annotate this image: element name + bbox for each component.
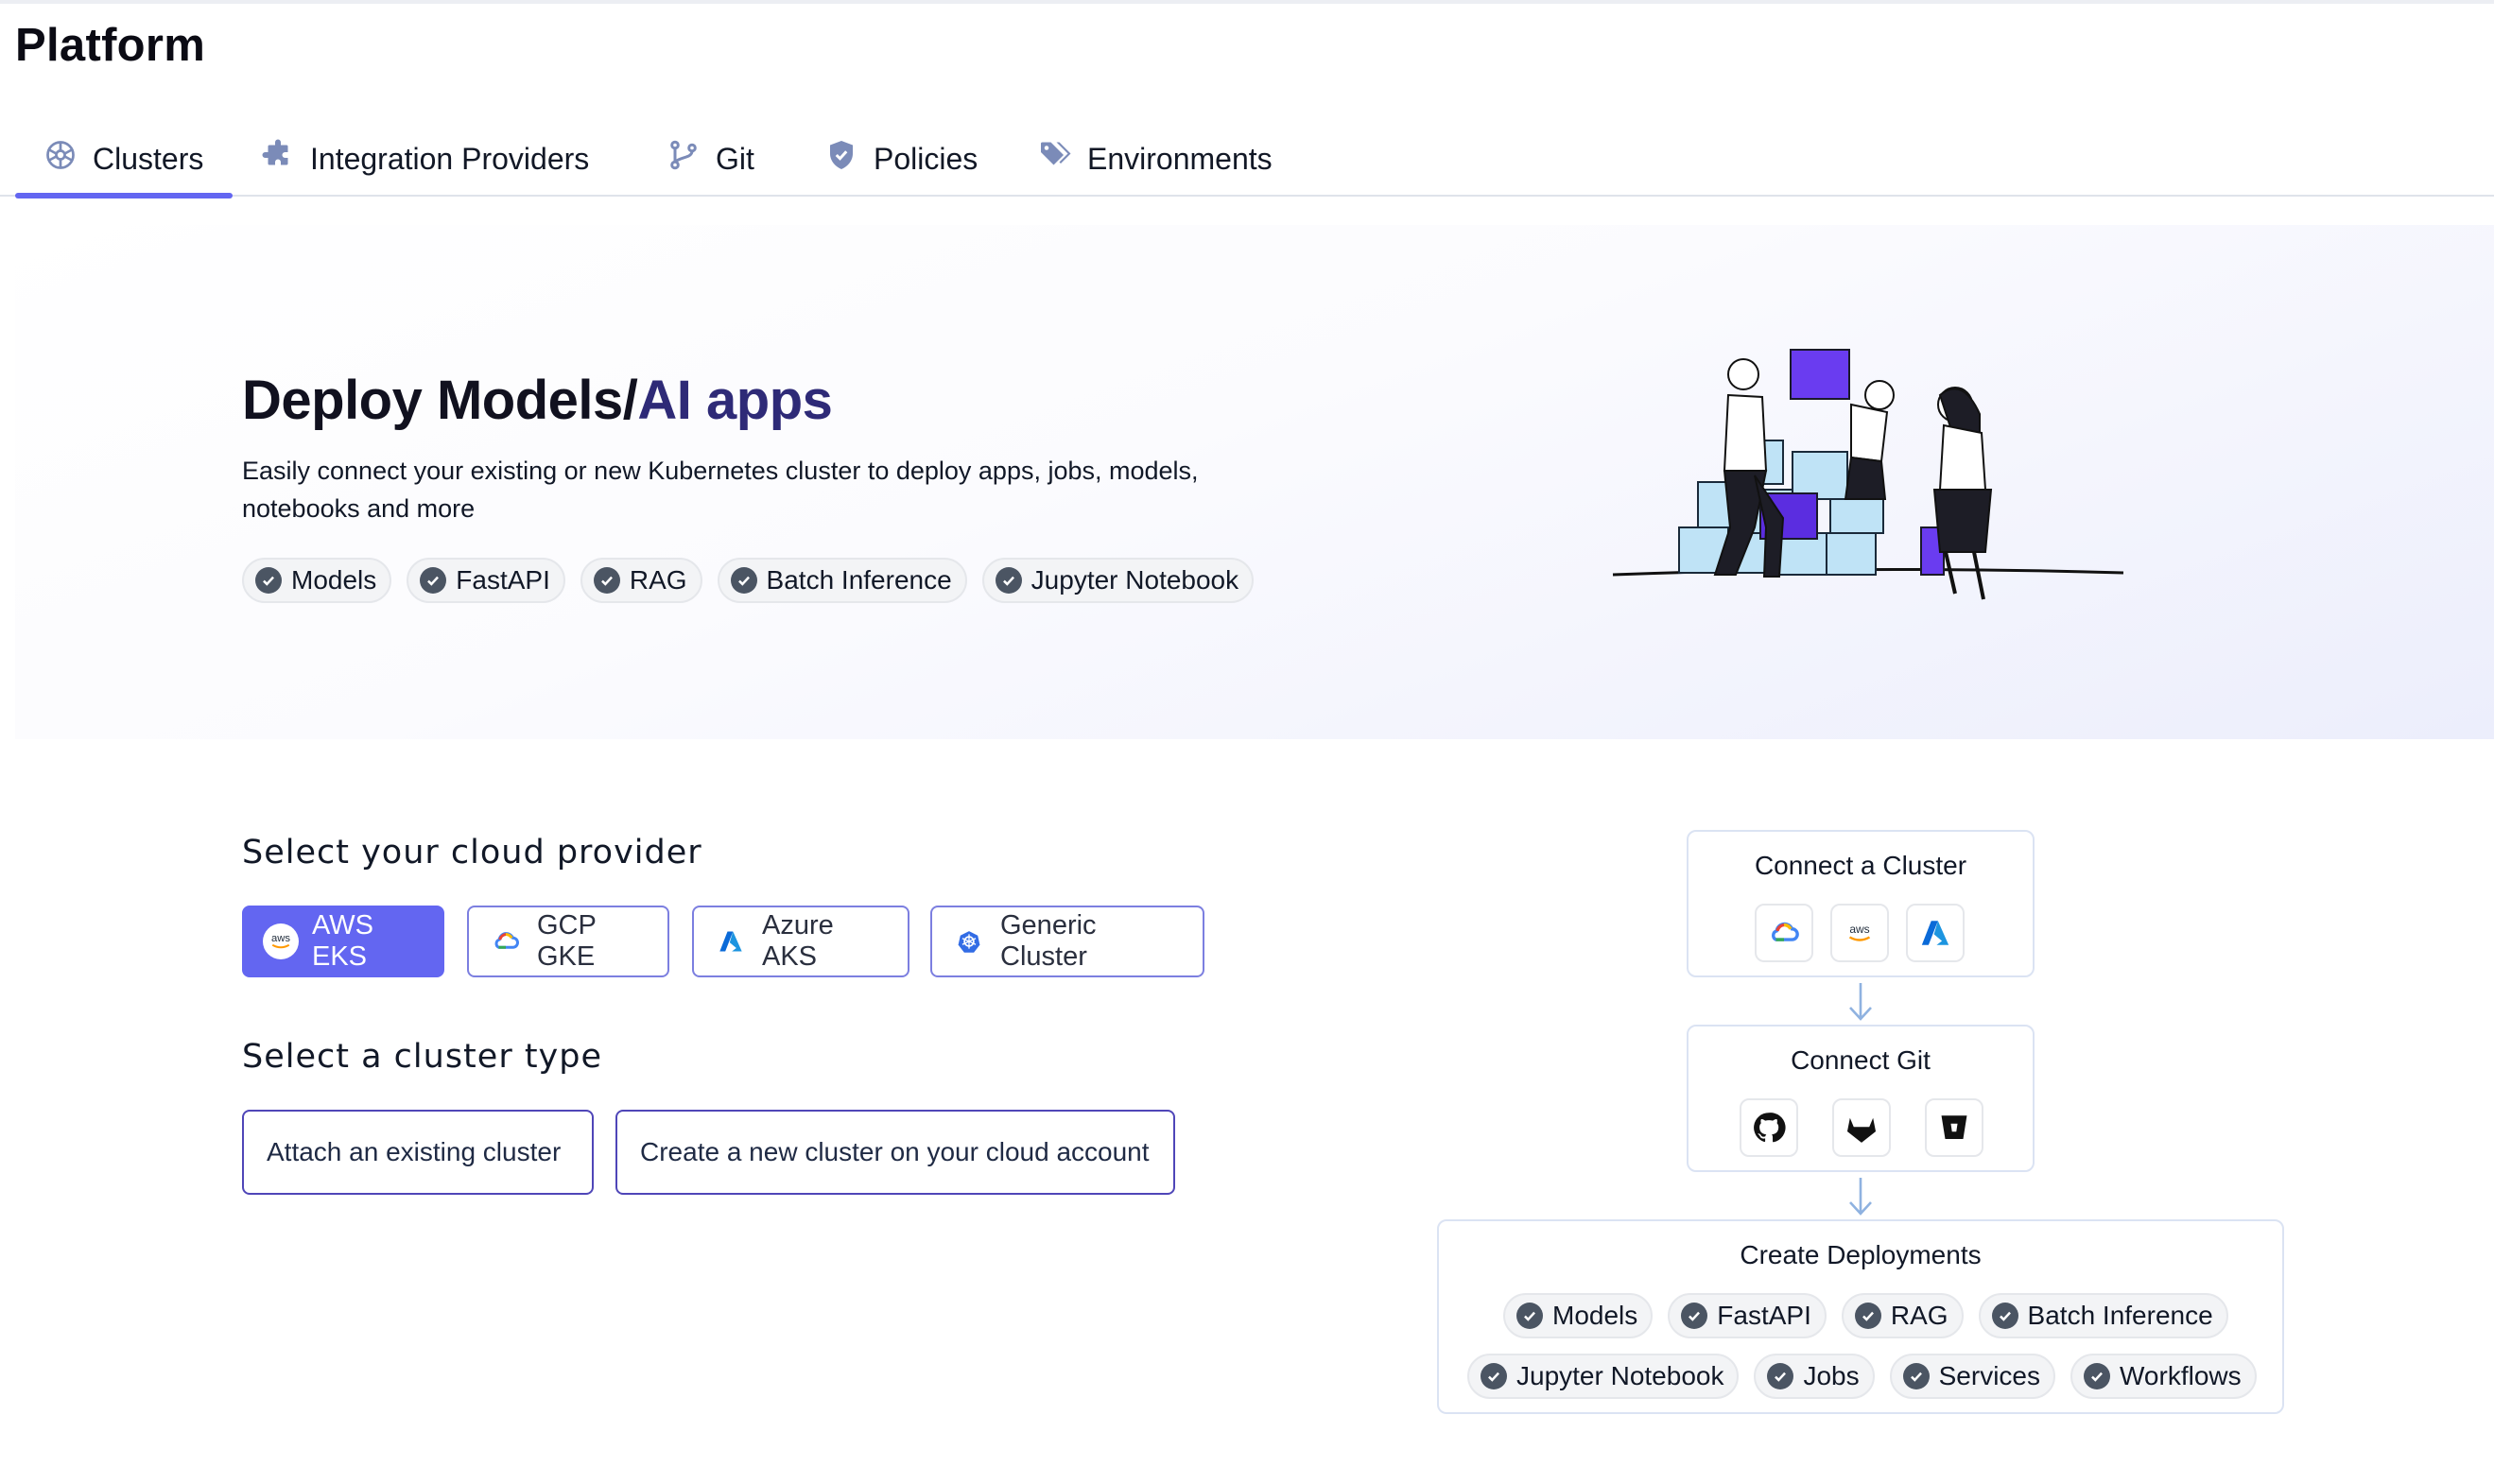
azure-icon[interactable] xyxy=(1906,904,1965,962)
check-icon xyxy=(1767,1363,1794,1389)
create-new-cluster-button[interactable]: Create a new cluster on your cloud accou… xyxy=(615,1110,1175,1195)
hero-banner: Deploy Models/AI apps Easily connect you… xyxy=(15,225,2494,739)
chip-rag: RAG xyxy=(1841,1293,1964,1338)
check-icon xyxy=(255,567,282,594)
chip-label: Workflows xyxy=(2120,1361,2242,1390)
chip-services: Services xyxy=(1889,1354,2055,1399)
aws-icon[interactable]: aws xyxy=(1830,904,1889,962)
svg-text:aws: aws xyxy=(1849,923,1869,936)
deployments-chip-row-1: Models FastAPI RAG Batch Inference xyxy=(1503,1293,2228,1338)
chip-label: FastAPI xyxy=(1717,1301,1811,1330)
chip-models: Models xyxy=(242,558,392,603)
connect-cluster-title: Connect a Cluster xyxy=(1754,851,1967,880)
check-icon xyxy=(420,567,447,594)
chip-label: Models xyxy=(291,565,377,595)
tab-label: Environments xyxy=(1087,141,1273,176)
page-title: Platform xyxy=(15,20,206,71)
chip-label: RAG xyxy=(1890,1301,1948,1330)
provider-aws-eks-button[interactable]: aws AWS EKS xyxy=(242,906,444,977)
provider-azure-aks-button[interactable]: Azure AKS xyxy=(692,906,909,977)
chip-fastapi: FastAPI xyxy=(1668,1293,1827,1338)
chip-label: FastAPI xyxy=(456,565,550,595)
hero-title-main: Deploy Models/ xyxy=(242,370,638,431)
chip-models: Models xyxy=(1503,1293,1654,1338)
chip-label: Jupyter Notebook xyxy=(1516,1361,1724,1390)
chip-batch-inference: Batch Inference xyxy=(1978,1293,2228,1338)
chip-batch-inference: Batch Inference xyxy=(717,558,967,603)
tags-icon xyxy=(1038,138,1072,180)
people-stacking-blocks-illustration xyxy=(1612,349,2124,600)
provider-label: Generic Cluster xyxy=(1000,910,1097,972)
check-icon xyxy=(1516,1303,1543,1329)
azure-icon xyxy=(713,923,749,959)
cloud-provider-heading: Select your cloud provider xyxy=(242,834,702,871)
check-icon xyxy=(2084,1363,2110,1389)
cluster-type-heading: Select a cluster type xyxy=(242,1038,603,1076)
tab-integration-providers[interactable]: Integration Providers xyxy=(261,121,589,197)
attach-existing-cluster-button[interactable]: Attach an existing cluster xyxy=(242,1110,594,1195)
chip-jupyter-notebook: Jupyter Notebook xyxy=(981,558,1255,603)
chip-label: Jobs xyxy=(1803,1361,1860,1390)
check-icon xyxy=(1854,1303,1881,1329)
create-deployments-card: Create Deployments Models FastAPI RAG Ba… xyxy=(1437,1219,2284,1414)
tab-clusters[interactable]: Clusters xyxy=(15,121,233,198)
shield-icon xyxy=(824,138,858,180)
provider-generic-cluster-button[interactable]: Generic Cluster xyxy=(930,906,1204,977)
bitbucket-icon[interactable] xyxy=(1925,1098,1983,1157)
chip-rag: RAG xyxy=(580,558,702,603)
chip-label: Services xyxy=(1938,1361,2040,1390)
tab-label: Policies xyxy=(874,141,979,176)
svg-text:aws: aws xyxy=(271,933,290,944)
puzzle-icon xyxy=(261,138,295,180)
arrow-down-icon xyxy=(1849,983,1872,1021)
chip-label: Batch Inference xyxy=(2027,1301,2213,1330)
check-icon xyxy=(995,567,1022,594)
connect-cluster-card: Connect a Cluster aws xyxy=(1687,830,2035,977)
check-icon xyxy=(1991,1303,2018,1329)
chip-label: RAG xyxy=(629,565,687,595)
check-icon xyxy=(1902,1363,1930,1389)
provider-label: Azure AKS xyxy=(762,910,834,972)
check-icon xyxy=(593,567,620,594)
hero-description: Easily connect your existing or new Kube… xyxy=(242,457,1199,523)
tab-environments[interactable]: Environments xyxy=(1038,121,1273,197)
check-icon xyxy=(730,567,757,594)
github-icon[interactable] xyxy=(1740,1098,1798,1157)
hero-chip-row: Models FastAPI RAG Batch Inference Jupyt… xyxy=(242,558,1255,603)
tab-label: Integration Providers xyxy=(310,141,590,176)
check-icon xyxy=(1681,1303,1708,1329)
tab-policies[interactable]: Policies xyxy=(824,121,978,197)
create-deployments-title: Create Deployments xyxy=(1740,1240,1982,1269)
google-cloud-icon xyxy=(488,923,524,959)
gitlab-icon[interactable] xyxy=(1832,1098,1891,1157)
deployments-chip-row-2: Jupyter Notebook Jobs Services Workflows xyxy=(1467,1354,2257,1399)
provider-label: GCP GKE xyxy=(537,910,597,972)
provider-gcp-gke-button[interactable]: GCP GKE xyxy=(467,906,669,977)
tab-git[interactable]: Git xyxy=(667,121,754,197)
google-cloud-icon[interactable] xyxy=(1755,904,1813,962)
chip-label: Batch Inference xyxy=(766,565,952,595)
provider-label: AWS EKS xyxy=(312,910,373,972)
hero-title-accent: AI apps xyxy=(637,370,833,431)
chip-label: Jupyter Notebook xyxy=(1031,565,1239,595)
arrow-down-icon xyxy=(1849,1178,1872,1216)
connect-git-title: Connect Git xyxy=(1791,1045,1931,1075)
tab-bar: Clusters Integration Providers Git Polic… xyxy=(0,121,2494,198)
top-border xyxy=(0,0,2494,4)
tab-label: Git xyxy=(716,141,754,176)
git-branch-icon xyxy=(667,138,701,180)
chip-workflows: Workflows xyxy=(2070,1354,2257,1399)
tab-label: Clusters xyxy=(93,141,204,176)
chip-label: Models xyxy=(1552,1301,1638,1330)
aws-icon: aws xyxy=(263,923,299,959)
chip-fastapi: FastAPI xyxy=(407,558,565,603)
check-icon xyxy=(1481,1363,1507,1389)
hero-title: Deploy Models/AI apps xyxy=(242,369,833,432)
connect-git-card: Connect Git xyxy=(1687,1025,2035,1172)
chip-jupyter-notebook: Jupyter Notebook xyxy=(1467,1354,1740,1399)
chip-jobs: Jobs xyxy=(1754,1354,1875,1399)
kubernetes-icon xyxy=(951,923,987,959)
kubernetes-wheel-icon xyxy=(43,138,78,180)
